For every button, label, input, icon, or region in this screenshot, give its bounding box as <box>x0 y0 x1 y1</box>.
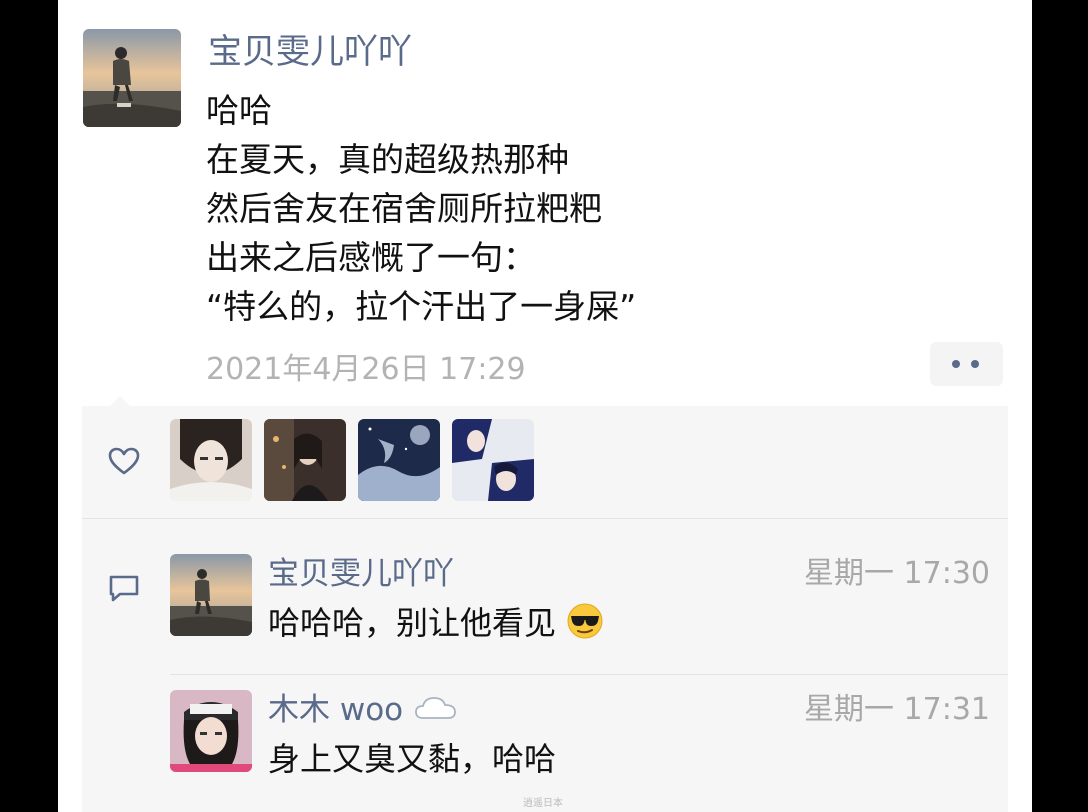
post-text: 哈哈 在夏天，真的超级热那种 然后舍友在宿舍厕所拉粑粑 出来之后感慨了一句： “… <box>206 86 636 331</box>
more-actions-button[interactable] <box>930 342 1003 386</box>
post-line: 哈哈 <box>206 91 272 130</box>
comment-icon <box>109 575 139 602</box>
commenter-name[interactable]: 宝贝雯儿吖吖 <box>268 548 454 593</box>
post-line: 在夏天，真的超级热那种 <box>206 140 569 179</box>
like-avatar[interactable] <box>264 419 346 501</box>
commenter-name: 木木 woo <box>268 692 404 728</box>
like-avatar[interactable] <box>170 419 252 501</box>
comment-text: 身上又臭又黏，哈哈 <box>268 740 557 778</box>
comment-text-row: 哈哈哈，别让他看见 <box>268 598 604 644</box>
sunglasses-emoji-icon <box>567 603 603 639</box>
commenter-avatar[interactable] <box>170 554 252 636</box>
heart-icon <box>108 447 140 475</box>
panel-divider <box>82 518 1008 519</box>
like-avatar[interactable] <box>452 419 534 501</box>
interaction-panel: 宝贝雯儿吖吖 星期一 17:30 哈哈哈，别让他看见 木木 woo 星期一 17… <box>82 396 1008 812</box>
watermark: 逍遥日本 <box>523 798 563 809</box>
comment-time: 星期一 17:30 <box>804 556 990 591</box>
post-line: 然后舍友在宿舍厕所拉粑粑 <box>206 189 602 228</box>
like-avatar[interactable] <box>358 419 440 501</box>
likes-row <box>82 406 1008 516</box>
comment-divider <box>170 674 1008 675</box>
post-timestamp: 2021年4月26日 17:29 <box>206 352 526 387</box>
post-line: “特么的，拉个汗出了一身屎” <box>206 287 637 326</box>
panel-notch <box>110 396 130 406</box>
comment-text: 哈哈哈，别让他看见 <box>268 604 557 642</box>
moments-post: 宝贝雯儿吖吖 哈哈 在夏天，真的超级热那种 然后舍友在宿舍厕所拉粑粑 出来之后感… <box>58 0 1032 812</box>
dot-icon <box>952 360 960 368</box>
comment-time: 星期一 17:31 <box>804 692 990 727</box>
cloud-icon <box>415 697 456 719</box>
poster-avatar[interactable] <box>83 29 181 127</box>
dot-icon <box>971 360 979 368</box>
commenter-name-row[interactable]: 木木 woo <box>268 684 459 729</box>
commenter-avatar[interactable] <box>170 690 252 772</box>
post-line: 出来之后感慨了一句： <box>206 238 536 277</box>
poster-name[interactable]: 宝贝雯儿吖吖 <box>208 24 412 73</box>
